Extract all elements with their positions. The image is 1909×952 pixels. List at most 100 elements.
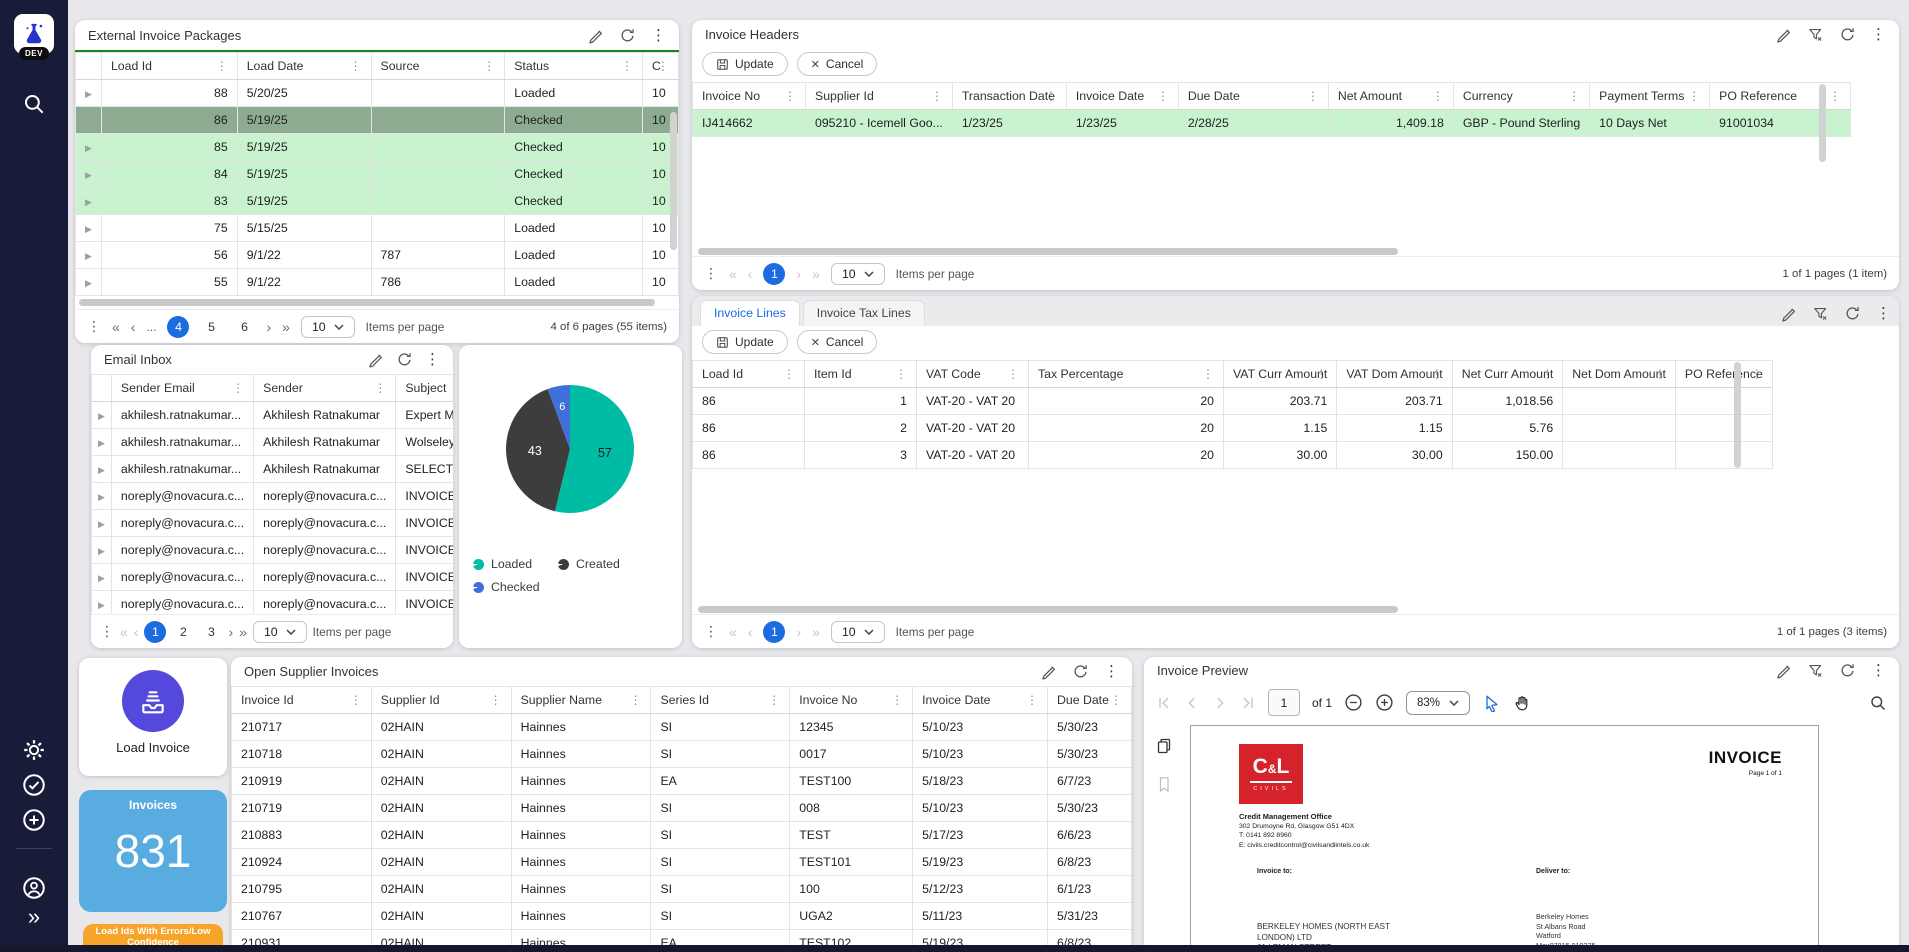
prev-page-icon[interactable]: ‹ xyxy=(748,266,753,282)
table-row[interactable]: IJ414662095210 - Icemell Goo...1/23/251/… xyxy=(693,110,1851,137)
page-number[interactable]: 1 xyxy=(763,621,785,643)
table-row[interactable]: ▶akhilesh.ratnakumar...Akhilesh Ratnakum… xyxy=(92,402,454,429)
column-header[interactable]: ⋮VAT Curr Amount xyxy=(1224,361,1337,388)
horizontal-scrollbar[interactable] xyxy=(698,248,1398,255)
horizontal-scrollbar[interactable] xyxy=(79,299,655,306)
column-header[interactable]: ⋮Source xyxy=(371,53,505,80)
vertical-scrollbar[interactable] xyxy=(1734,362,1741,468)
column-menu-icon[interactable]: ⋮ xyxy=(1007,367,1019,381)
table-row[interactable]: 21092402HAINHainnesSITEST1015/19/236/8/2… xyxy=(232,849,1132,876)
column-header[interactable]: ⋮Invoice Date xyxy=(1066,83,1178,110)
prev-page-icon[interactable]: ‹ xyxy=(748,624,753,640)
row-expander-icon[interactable]: ▶ xyxy=(85,251,92,261)
zoom-out-icon[interactable] xyxy=(1344,693,1363,712)
table-row[interactable]: ▶akhilesh.ratnakumar...Akhilesh Ratnakum… xyxy=(92,429,454,456)
column-menu-icon[interactable]: ⋮ xyxy=(1110,693,1122,707)
table-row[interactable]: 21076702HAINHainnesSIUGA25/11/235/31/23 xyxy=(232,903,1132,930)
page-number-input[interactable]: 1 xyxy=(1268,689,1300,716)
legend-item[interactable]: Checked xyxy=(473,580,540,594)
column-menu-icon[interactable]: ⋮ xyxy=(216,59,228,73)
horizontal-scrollbar[interactable] xyxy=(698,606,1398,613)
prev-page-icon[interactable] xyxy=(1184,695,1200,711)
row-expander-icon[interactable]: ▶ xyxy=(98,573,105,583)
column-header[interactable]: ⋮Supplier Id xyxy=(371,687,511,714)
page-number[interactable]: 1 xyxy=(144,621,166,643)
prev-page-icon[interactable]: ‹ xyxy=(131,319,136,335)
column-menu-icon[interactable]: ⋮ xyxy=(784,89,796,103)
row-expander-icon[interactable]: ▶ xyxy=(98,600,105,610)
legend-item[interactable]: Created xyxy=(558,557,620,571)
page-number[interactable]: 4 xyxy=(167,316,189,338)
refresh-icon[interactable] xyxy=(1839,662,1856,679)
last-page-icon[interactable]: » xyxy=(282,319,290,335)
update-button[interactable]: Update xyxy=(702,52,788,76)
column-header[interactable]: ⋮Invoice Date xyxy=(913,687,1048,714)
edit-icon[interactable] xyxy=(1780,305,1797,322)
load-invoice-button[interactable] xyxy=(122,670,184,732)
column-header[interactable]: ⋮Net Curr Amount xyxy=(1452,361,1563,388)
table-row[interactable]: ▶885/20/25Loaded10 xyxy=(76,80,679,107)
zoom-level-select[interactable]: 83% xyxy=(1406,691,1470,715)
last-page-icon[interactable]: » xyxy=(239,624,247,640)
cancel-button[interactable]: ✕ Cancel xyxy=(797,52,878,76)
table-row[interactable]: ▶noreply@novacura.c...noreply@novacura.c… xyxy=(92,564,454,591)
column-header[interactable]: ⋮PO Reference xyxy=(1710,83,1851,110)
table-row[interactable]: ▶noreply@novacura.c...noreply@novacura.c… xyxy=(92,510,454,537)
row-expander-icon[interactable]: ▶ xyxy=(85,170,92,180)
column-header[interactable]: ⋮Net Dom Amount xyxy=(1563,361,1676,388)
filter-icon[interactable] xyxy=(1807,662,1824,679)
refresh-icon[interactable] xyxy=(1839,26,1856,43)
filter-icon[interactable] xyxy=(1807,26,1824,43)
edit-icon[interactable] xyxy=(367,351,384,368)
panel-menu-icon[interactable]: ⋮ xyxy=(1876,306,1891,321)
column-header[interactable]: ⋮C xyxy=(642,53,678,80)
pan-tool-icon[interactable] xyxy=(1512,694,1530,712)
tab-invoice-lines[interactable]: Invoice Lines xyxy=(700,300,800,326)
row-expander-icon[interactable]: ▶ xyxy=(85,197,92,207)
column-header[interactable]: ⋮PO Reference xyxy=(1675,361,1772,388)
pager-menu-icon[interactable]: ⋮ xyxy=(704,265,718,282)
column-header[interactable]: ⋮Net Amount xyxy=(1328,83,1453,110)
column-header[interactable]: ⋮Subject xyxy=(396,375,453,402)
column-header[interactable]: ⋮VAT Dom Amount xyxy=(1337,361,1452,388)
table-row[interactable]: ▶559/1/22786Loaded10 xyxy=(76,269,679,296)
table-row[interactable]: 21071902HAINHainnesSI0085/10/235/30/23 xyxy=(232,795,1132,822)
edit-icon[interactable] xyxy=(587,27,604,44)
column-header[interactable]: ⋮Tax Percentage xyxy=(1029,361,1224,388)
next-page-icon[interactable]: › xyxy=(796,266,801,282)
check-circle-icon[interactable] xyxy=(22,773,46,797)
last-page-icon[interactable] xyxy=(1240,695,1256,711)
table-row[interactable]: 863VAT-20 - VAT 202030.0030.00150.00 xyxy=(693,442,1773,469)
table-row[interactable]: 21091902HAINHainnesEATEST1005/18/236/7/2… xyxy=(232,768,1132,795)
column-menu-icon[interactable]: ⋮ xyxy=(350,59,362,73)
column-header[interactable]: ⋮Invoice Id xyxy=(232,687,372,714)
table-row[interactable]: 21088302HAINHainnesSITEST5/17/236/6/23 xyxy=(232,822,1132,849)
panel-menu-icon[interactable]: ⋮ xyxy=(651,28,666,43)
pager-menu-icon[interactable]: ⋮ xyxy=(100,623,114,640)
first-page-icon[interactable]: « xyxy=(112,319,120,335)
column-header[interactable]: ⋮Sender xyxy=(254,375,396,402)
row-expander-icon[interactable]: ▶ xyxy=(85,224,92,234)
row-expander-icon[interactable]: ▶ xyxy=(98,411,105,421)
search-document-icon[interactable] xyxy=(1869,694,1887,712)
page-number[interactable]: 3 xyxy=(200,621,222,643)
refresh-icon[interactable] xyxy=(1844,305,1861,322)
column-header[interactable]: ⋮Load Date xyxy=(237,53,371,80)
column-header[interactable]: ⋮Supplier Name xyxy=(511,687,651,714)
invoices-count-tile[interactable]: Invoices 831 xyxy=(79,790,227,912)
table-row[interactable]: ▶845/19/25Checked10 xyxy=(76,161,679,188)
table-row[interactable]: ▶865/19/25Checked10 xyxy=(76,107,679,134)
prev-page-icon[interactable]: ‹ xyxy=(134,624,139,640)
vertical-scrollbar[interactable] xyxy=(1819,84,1826,162)
row-expander-icon[interactable]: ▶ xyxy=(85,278,92,288)
table-row[interactable]: ▶855/19/25Checked10 xyxy=(76,134,679,161)
first-page-icon[interactable]: « xyxy=(120,624,128,640)
column-menu-icon[interactable]: ⋮ xyxy=(629,693,641,707)
row-expander-icon[interactable]: ▶ xyxy=(98,492,105,502)
column-header[interactable]: ⋮Sender Email xyxy=(111,375,253,402)
row-expander-icon[interactable]: ▶ xyxy=(98,438,105,448)
table-row[interactable]: ▶835/19/25Checked10 xyxy=(76,188,679,215)
column-menu-icon[interactable]: ⋮ xyxy=(1157,89,1169,103)
column-header[interactable]: ⋮Invoice No xyxy=(790,687,913,714)
column-menu-icon[interactable]: ⋮ xyxy=(783,367,795,381)
